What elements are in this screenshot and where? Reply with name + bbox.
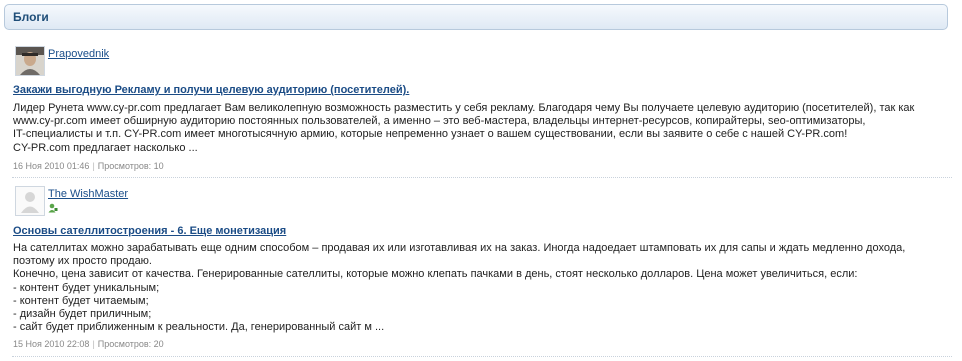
author-link[interactable]: Prapovednik: [48, 48, 109, 60]
author-link[interactable]: The WishMaster: [48, 188, 128, 200]
post-date: 16 Ноя 2010 01:46: [13, 161, 90, 171]
excerpt-line: - контент будет уникальным;: [13, 281, 160, 294]
excerpt-line: IT-специалисты и т.п. CY-PR.com имеет мн…: [13, 128, 848, 141]
excerpt-line: На сателлитах можно зарабатывать еще одн…: [13, 242, 906, 254]
avatar[interactable]: [15, 46, 45, 76]
post-meta: 16 Ноя 2010 01:46 | Просмотров: 10: [13, 161, 164, 171]
meta-separator: |: [92, 161, 95, 171]
excerpt-line: - дизайн будет приличным;: [13, 308, 152, 321]
post-excerpt: Лидер Рунета www.cy-pr.com предлагает Ва…: [13, 102, 938, 155]
blogs-header: Блоги: [4, 4, 948, 30]
post-divider: [12, 177, 952, 178]
excerpt-line: - контент будет читаемым;: [13, 294, 149, 307]
meta-separator: |: [92, 339, 95, 349]
post-divider: [12, 356, 952, 357]
default-avatar-icon: [16, 187, 44, 215]
post-date: 15 Ноя 2010 22:08: [13, 339, 90, 349]
excerpt-line: - сайт будет приближенным к реальности. …: [13, 321, 385, 334]
post-meta: 15 Ноя 2010 22:08 | Просмотров: 20: [13, 339, 164, 349]
excerpt-line: CY-PR.com предлагает насколько ...: [13, 141, 198, 154]
user-photo-icon: [16, 47, 44, 75]
post-views: Просмотров: 10: [97, 161, 164, 171]
excerpt-line: www.cy-pr.com имеет обширную аудиторию п…: [13, 115, 866, 128]
excerpt-line: Конечно, цена зависит от качества. Генер…: [13, 268, 858, 281]
avatar[interactable]: [15, 186, 45, 216]
post-excerpt: На сателлитах можно зарабатывать еще одн…: [13, 242, 938, 334]
section-title: Блоги: [13, 10, 49, 24]
excerpt-line: Лидер Рунета www.cy-pr.com предлагает Ва…: [13, 102, 915, 114]
post-views: Просмотров: 20: [97, 339, 164, 349]
excerpt-line: поэтому их просто продаю.: [13, 255, 152, 268]
post-title-link[interactable]: Основы сателлитостроения - 6. Еще монети…: [13, 225, 286, 237]
user-online-icon: [48, 203, 58, 213]
post-title-link[interactable]: Закажи выгодную Рекламу и получи целевую…: [13, 84, 409, 96]
